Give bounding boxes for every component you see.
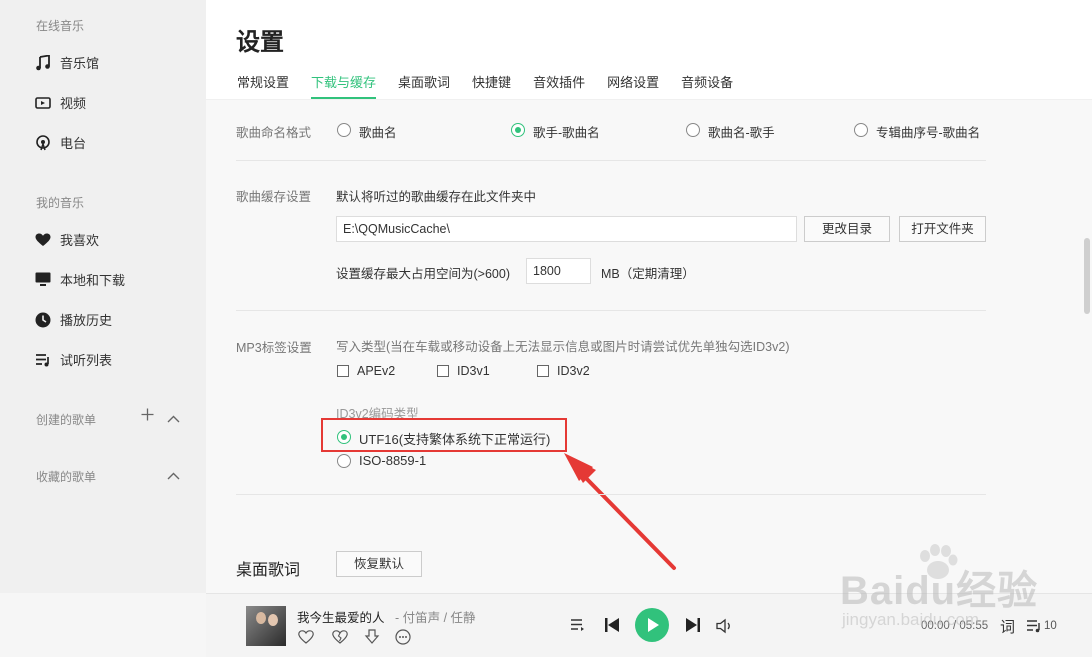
divider [236,310,986,311]
tab-desktop-lyrics[interactable]: 桌面歌词 [398,72,450,99]
created-playlists-heading: 创建的歌单 [36,413,97,427]
song-title[interactable]: 我今生最爱的人 [297,607,385,626]
play-mode-list-icon[interactable] [570,618,586,632]
heart-icon [34,231,52,249]
scrollbar[interactable] [1082,100,1092,593]
open-folder-button[interactable]: 打开文件夹 [899,216,986,242]
divider [236,160,986,161]
dislike-broken-heart-icon[interactable] [331,628,349,646]
id3v2-label: ID3v2 [557,364,590,378]
sidebar: 在线音乐 音乐馆 视频 电台 我的音乐 我喜欢 本地和下载 播放历史 试听列表 … [0,0,206,593]
apev2-checkbox[interactable] [337,365,349,377]
scrollbar-thumb[interactable] [1084,238,1090,314]
sidebar-item-label: 试听列表 [60,353,113,368]
sidebar-item-radio[interactable]: 电台 [34,133,86,152]
mp3-tag-label: MP3标签设置 [236,341,312,355]
tab-shortcuts[interactable]: 快捷键 [472,72,511,99]
naming-radio-4[interactable] [854,123,868,137]
apev2-label: APEv2 [357,364,396,378]
naming-option-label: 歌曲名-歌手 [708,126,775,140]
sidebar-item-label: 视频 [60,96,87,111]
desktop-lyrics-heading: 桌面歌词 [236,562,301,579]
reset-default-button[interactable]: 恢复默认 [336,551,422,577]
sidebar-item-label: 电台 [60,136,87,151]
lyrics-toggle[interactable]: 词 [1000,616,1015,637]
settings-content: 歌曲命名格式 歌曲名 歌手-歌曲名 歌曲名-歌手 专辑曲序号-歌曲名 歌曲缓存设… [206,100,1092,593]
previous-track-icon[interactable] [604,617,620,633]
like-heart-icon[interactable] [297,628,315,646]
divider [236,494,986,495]
album-cover[interactable] [246,606,286,646]
play-button[interactable] [635,608,669,642]
cache-settings-label: 歌曲缓存设置 [236,190,312,204]
annotation-arrow-icon [564,453,676,570]
settings-header: 设置 常规设置 下载与缓存 桌面歌词 快捷键 音效插件 网络设置 音频设备 [206,0,1092,100]
my-music-heading: 我的音乐 [36,196,85,210]
id3v1-checkbox[interactable] [437,365,449,377]
playback-time: 00:00 / 05:55 [921,620,989,632]
change-directory-button[interactable]: 更改目录 [804,216,890,242]
download-icon[interactable] [363,628,381,646]
naming-radio-1[interactable] [337,123,351,137]
more-icon[interactable] [394,628,412,646]
radio-icon [34,134,52,152]
naming-format-label: 歌曲命名格式 [236,126,312,140]
sidebar-item-history[interactable]: 播放历史 [34,310,112,329]
sidebar-item-trial-list[interactable]: 试听列表 [34,350,112,369]
queue-count[interactable]: 10 [1044,620,1057,632]
max-cache-unit: MB（定期清理） [601,267,695,281]
song-artist[interactable]: - 付笛声 / 任静 [395,607,476,626]
collected-playlists-heading: 收藏的歌单 [36,470,97,484]
naming-option-label: 歌手-歌曲名 [533,126,600,140]
cache-description: 默认将听过的歌曲缓存在此文件夹中 [336,190,537,204]
id3v1-label: ID3v1 [457,364,490,378]
tab-audio-device[interactable]: 音频设备 [681,72,733,99]
clock-icon [34,311,52,329]
volume-icon[interactable] [716,618,734,634]
sidebar-item-favorites[interactable]: 我喜欢 [34,230,99,249]
page-title: 设置 [236,29,284,56]
tab-general[interactable]: 常规设置 [237,72,289,99]
settings-tabs: 常规设置 下载与缓存 桌面歌词 快捷键 音效插件 网络设置 音频设备 [237,72,755,99]
sidebar-item-label: 我喜欢 [60,233,100,248]
add-playlist-icon[interactable] [141,408,154,425]
iso-8859-1-label: ISO-8859-1 [359,453,427,468]
settings-panel: 设置 常规设置 下载与缓存 桌面歌词 快捷键 音效插件 网络设置 音频设备 歌曲… [206,0,1092,593]
naming-radio-3[interactable] [686,123,700,137]
chevron-up-icon[interactable] [167,411,180,427]
playlist-icon [34,351,52,369]
sidebar-item-local-download[interactable]: 本地和下载 [34,270,125,289]
naming-radio-2[interactable] [511,123,525,137]
next-track-icon[interactable] [685,617,701,633]
id3v2-checkbox[interactable] [537,365,549,377]
max-cache-label: 设置缓存最大占用空间为(>600) [336,267,510,281]
tab-network[interactable]: 网络设置 [607,72,659,99]
iso-8859-1-radio[interactable] [337,454,351,468]
music-note-icon [34,54,52,72]
tab-download-cache[interactable]: 下载与缓存 [311,72,377,99]
highlight-box [321,418,567,452]
tab-sound-plugins[interactable]: 音效插件 [533,72,585,99]
sidebar-item-music-hall[interactable]: 音乐馆 [34,53,99,72]
online-music-heading: 在线音乐 [36,19,85,33]
write-type-hint: 写入类型(当在车载或移动设备上无法显示信息或图片时请尝试优先单独勾选ID3v2) [336,340,790,354]
queue-icon[interactable] [1026,619,1042,633]
naming-option-label: 专辑曲序号-歌曲名 [876,126,981,140]
sidebar-item-video[interactable]: 视频 [34,93,86,112]
video-icon [34,94,52,112]
chevron-up-icon[interactable] [167,468,180,484]
sidebar-item-label: 播放历史 [60,313,113,328]
sidebar-item-label: 音乐馆 [60,56,100,71]
cache-path-input[interactable] [336,216,797,242]
max-cache-input[interactable] [526,258,591,284]
sidebar-item-label: 本地和下载 [60,273,126,288]
player-bar: 我今生最爱的人 - 付笛声 / 任静 00:00 / 05:55 词 10 [206,593,1092,657]
monitor-icon [34,271,52,289]
naming-option-label: 歌曲名 [359,126,397,140]
